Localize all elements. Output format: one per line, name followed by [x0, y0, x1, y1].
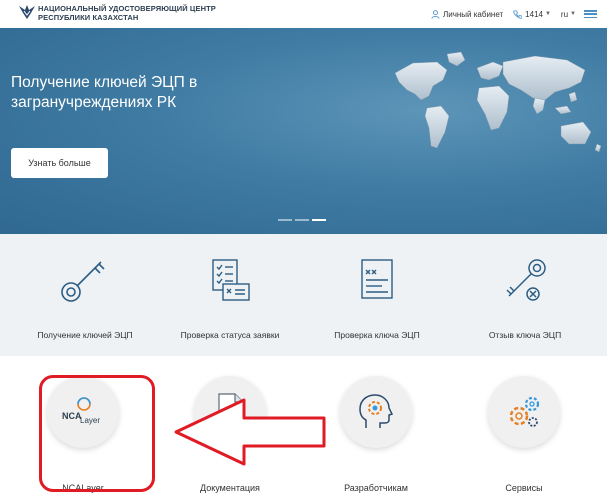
phone-icon [513, 9, 523, 19]
language-dropdown[interactable]: ru ▼ [561, 10, 576, 19]
header-actions: Личный кабинет 1414 ▼ ru ▼ [421, 7, 597, 21]
logo-icon[interactable] [18, 3, 36, 21]
card-label: Сервисы [505, 483, 543, 493]
service-check-status[interactable]: Проверка статуса заявки [155, 256, 305, 340]
brand-line-1: НАЦИОНАЛЬНЫЙ УДОСТОВЕРЯЮЩИЙ ЦЕНТР [38, 4, 216, 13]
gears-icon [509, 396, 540, 427]
hero-title: Получение ключей ЭЦП в загранучреждениях… [11, 74, 198, 111]
user-icon [431, 9, 440, 19]
developer-head-icon [359, 394, 394, 428]
brand-line-2: РЕСПУБЛИКИ КАЗАХСТАН [38, 13, 139, 22]
key-revoke-icon [506, 259, 546, 301]
learn-more-button[interactable]: Узнать больше [11, 148, 108, 178]
card-circle [488, 376, 560, 448]
carousel-indicators [278, 219, 329, 221]
service-revoke-key[interactable]: Отзыв ключа ЭЦП [450, 256, 600, 340]
site-header: НАЦИОНАЛЬНЫЙ УДОСТОВЕРЯЮЩИЙ ЦЕНТР РЕСПУБ… [0, 0, 607, 28]
annotation-highlight-box [39, 375, 155, 492]
carousel-dot-2[interactable] [295, 219, 309, 221]
service-label: Получение ключей ЭЦП [37, 330, 133, 340]
card-services[interactable]: Сервисы [474, 376, 574, 493]
carousel-dot-1[interactable] [278, 219, 292, 221]
card-circle [340, 376, 412, 448]
language-label: ru [560, 9, 569, 19]
chevron-down-icon: ▼ [570, 11, 576, 17]
service-label: Проверка ключа ЭЦП [334, 330, 420, 340]
key-check-icon [361, 259, 393, 299]
card-label: Разработчикам [344, 483, 408, 493]
annotation-arrow [174, 398, 326, 466]
phone-dropdown[interactable]: 1414 ▼ [513, 10, 551, 19]
services-strip: Получение ключей ЭЦП Проверка статуса за… [0, 234, 607, 356]
service-label: Отзыв ключа ЭЦП [488, 330, 562, 340]
service-label: Проверка статуса заявки [180, 330, 280, 340]
checklist-icon [212, 259, 250, 301]
service-check-key[interactable]: Проверка ключа ЭЦП [302, 256, 452, 340]
key-icon [61, 261, 105, 302]
brand-name[interactable]: НАЦИОНАЛЬНЫЙ УДОСТОВЕРЯЮЩИЙ ЦЕНТР РЕСПУБ… [38, 4, 216, 22]
service-get-keys[interactable]: Получение ключей ЭЦП [10, 256, 160, 340]
card-developers[interactable]: Разработчикам [326, 376, 426, 493]
card-label: Документация [200, 483, 260, 493]
world-map-image [394, 51, 602, 153]
menu-icon[interactable] [584, 10, 597, 18]
carousel-dot-3[interactable] [312, 219, 326, 221]
chevron-down-icon: ▼ [544, 11, 551, 17]
hero-banner: Получение ключей ЭЦП в загранучреждениях… [0, 28, 607, 234]
personal-cabinet-link[interactable]: Личный кабинет [431, 10, 503, 19]
phone-number: 1414 [525, 9, 543, 19]
personal-cabinet-label: Личный кабинет [442, 9, 504, 19]
